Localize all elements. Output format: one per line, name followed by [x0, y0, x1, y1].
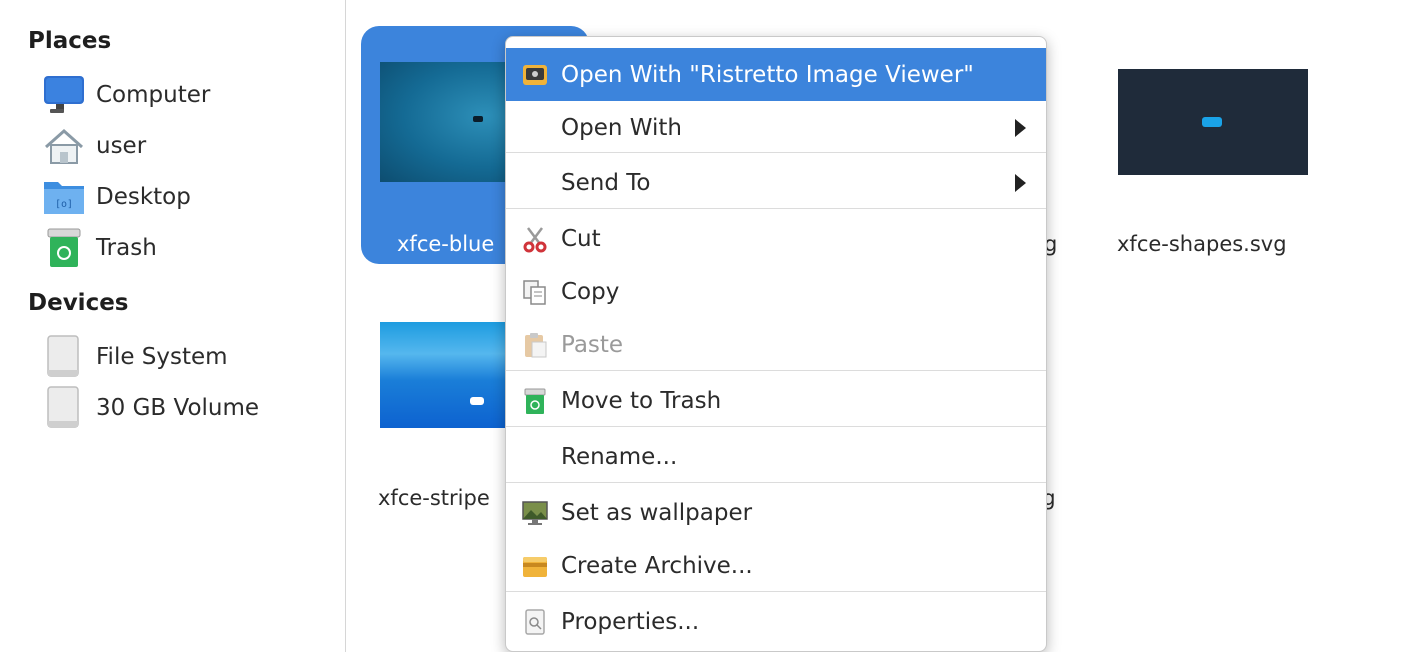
menu-item-label: Send To [561, 169, 651, 196]
menu-item-label: Create Archive... [561, 552, 753, 579]
copy-icon [520, 277, 550, 307]
menu-item-open-with-ristretto[interactable]: Open With "Ristretto Image Viewer" [506, 48, 1046, 101]
menu-item-cut[interactable]: Cut [506, 212, 1046, 265]
menu-item-label: Paste [561, 331, 624, 358]
image-viewer-icon [520, 60, 550, 90]
menu-separator [506, 370, 1046, 371]
sidebar: Places Computer user [o] Desktop Trash D… [0, 0, 346, 652]
menu-item-label: Open With [561, 114, 682, 141]
menu-separator [506, 152, 1046, 153]
desktop-folder-icon: [o] [40, 174, 88, 220]
menu-item-open-with[interactable]: Open With [506, 101, 1046, 154]
home-icon [40, 123, 88, 169]
drive-icon [40, 385, 88, 431]
svg-text:[o]: [o] [55, 199, 73, 210]
submenu-arrow-icon [1015, 118, 1026, 137]
sidebar-item-trash[interactable]: Trash [40, 225, 330, 271]
menu-item-label: Move to Trash [561, 387, 722, 414]
menu-item-label: Cut [561, 225, 601, 252]
scissors-icon [520, 224, 550, 254]
menu-item-create-archive[interactable]: Create Archive... [506, 539, 1046, 592]
sidebar-item-label: File System [96, 344, 228, 370]
paste-icon [520, 330, 550, 360]
devices-heading: Devices [28, 290, 129, 316]
menu-separator [506, 482, 1046, 483]
file-name: xfce-blue [397, 232, 495, 256]
menu-separator [506, 208, 1046, 209]
menu-item-label: Open With "Ristretto Image Viewer" [561, 61, 974, 88]
computer-icon [40, 72, 88, 118]
menu-item-label: Rename... [561, 443, 678, 470]
menu-item-paste[interactable]: Paste [506, 318, 1046, 371]
file-thumbnail [1118, 69, 1308, 175]
menu-separator [506, 426, 1046, 427]
menu-item-label: Properties... [561, 608, 700, 635]
archive-icon [520, 551, 550, 581]
menu-item-move-to-trash[interactable]: Move to Trash [506, 374, 1046, 427]
sidebar-item-label: 30 GB Volume [96, 395, 260, 421]
submenu-arrow-icon [1015, 173, 1026, 192]
places-heading: Places [28, 28, 112, 54]
sidebar-item-user[interactable]: user [40, 123, 330, 169]
menu-item-set-as-wallpaper[interactable]: Set as wallpaper [506, 486, 1046, 539]
sidebar-item-label: user [96, 133, 147, 159]
sidebar-item-computer[interactable]: Computer [40, 72, 330, 118]
context-menu: Open With "Ristretto Image Viewer" Open … [505, 36, 1047, 652]
menu-separator [506, 591, 1046, 592]
file-item-xfce-shapes[interactable]: xfce-shapes.svg [1101, 26, 1329, 264]
sidebar-item-30gb-volume[interactable]: 30 GB Volume [40, 385, 330, 431]
drive-icon [40, 334, 88, 380]
sidebar-item-file-system[interactable]: File System [40, 334, 330, 380]
trash-icon [520, 386, 550, 416]
file-name: xfce-stripe [378, 486, 490, 510]
sidebar-item-desktop[interactable]: [o] Desktop [40, 174, 330, 220]
wallpaper-icon [520, 498, 550, 528]
file-name: xfce-shapes.svg [1117, 232, 1287, 256]
menu-item-properties[interactable]: Properties... [506, 595, 1046, 648]
menu-item-label: Copy [561, 278, 620, 305]
trash-icon [40, 225, 88, 271]
sidebar-item-label: Computer [96, 82, 211, 108]
sidebar-item-label: Desktop [96, 184, 191, 210]
menu-item-rename[interactable]: Rename... [506, 430, 1046, 483]
menu-item-send-to[interactable]: Send To [506, 156, 1046, 209]
sidebar-item-label: Trash [96, 235, 157, 261]
properties-icon [520, 607, 550, 637]
menu-item-label: Set as wallpaper [561, 499, 753, 526]
menu-item-copy[interactable]: Copy [506, 265, 1046, 318]
